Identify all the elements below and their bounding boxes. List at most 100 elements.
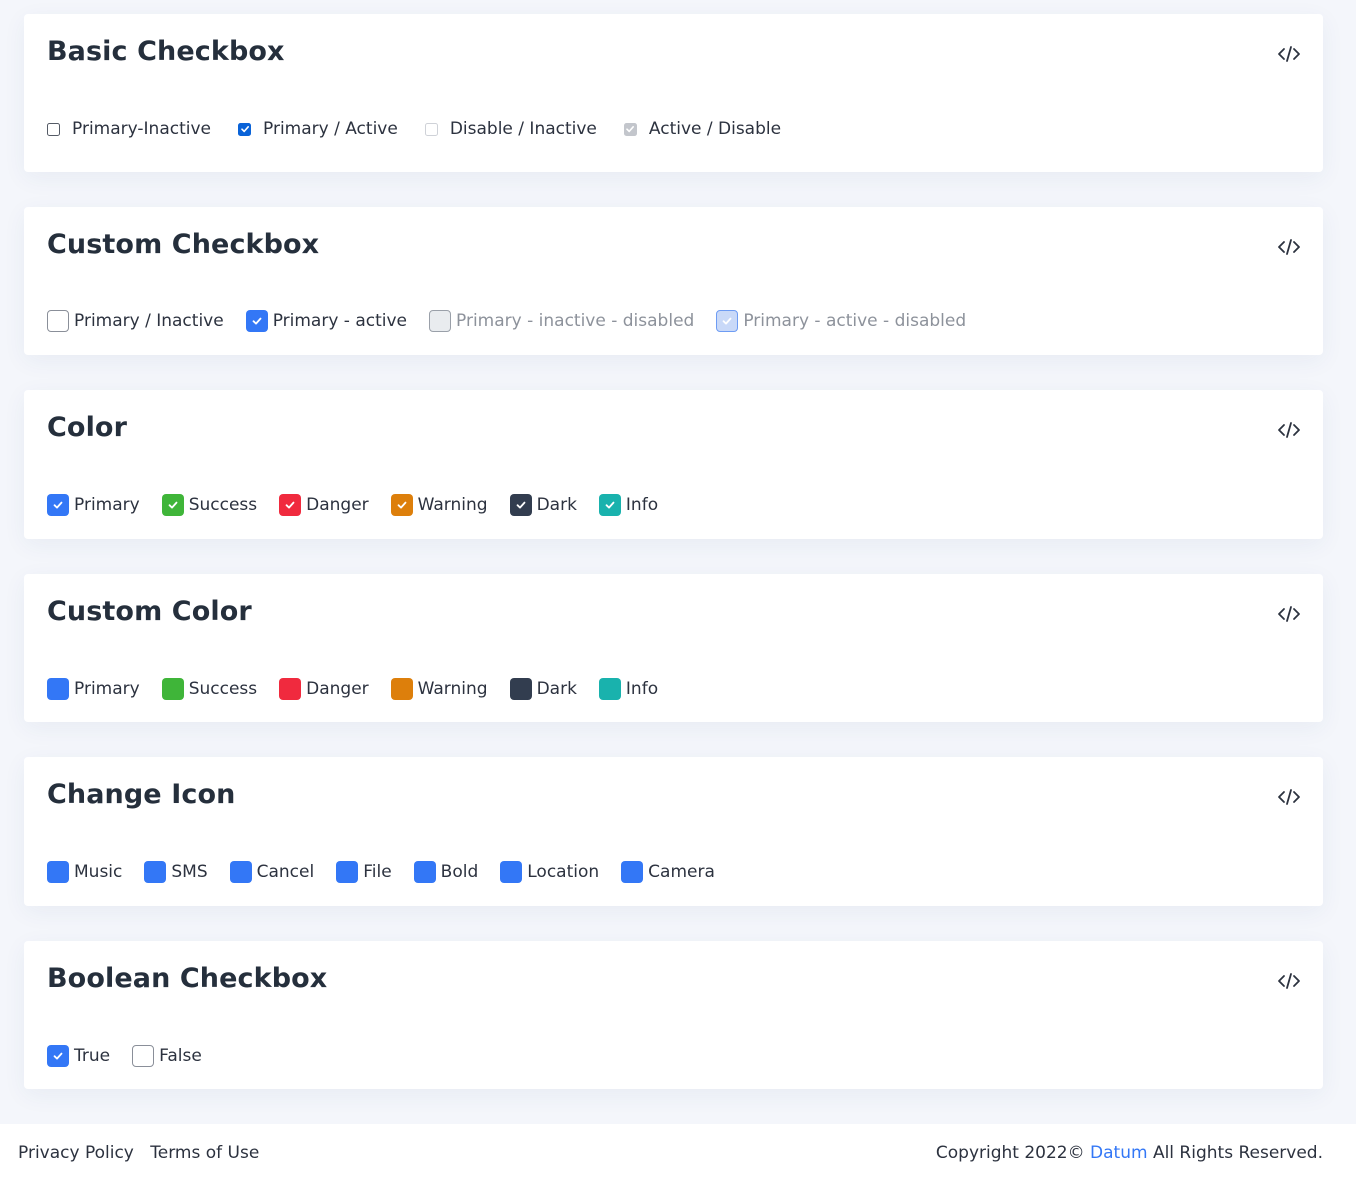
checkbox-warning[interactable]: Warning — [390, 494, 488, 516]
checkbox-box[interactable] — [47, 494, 69, 516]
checkbox-label: Primary - active - disabled — [743, 311, 967, 331]
checkbox-primary-inactive[interactable]: Primary / Inactive — [47, 310, 224, 332]
checkbox-label: Music — [74, 862, 123, 882]
checkbox-primary-active-disabled: Primary - active - disabled — [716, 310, 966, 332]
checkbox-box[interactable] — [279, 494, 302, 516]
checkbox-box[interactable] — [509, 678, 532, 700]
check-icon — [626, 126, 635, 133]
check-icon — [605, 501, 615, 509]
check-icon — [722, 317, 732, 325]
checkbox-dark[interactable]: Dark — [509, 494, 577, 516]
checkbox-active-disable: Active / Disable — [623, 119, 782, 139]
code-icon[interactable] — [1277, 971, 1301, 991]
section-title: Color — [47, 412, 127, 443]
checkbox-label: False — [159, 1046, 202, 1066]
checkbox-label: Camera — [648, 862, 715, 882]
checkbox-primary[interactable]: Primary — [47, 678, 140, 700]
checkbox-box[interactable] — [132, 1045, 155, 1067]
checkbox-primary-active[interactable]: Primary - active — [245, 310, 408, 332]
terms-of-use-link[interactable]: Terms of Use — [150, 1143, 259, 1163]
checkbox-warning[interactable]: Warning — [390, 678, 488, 700]
checkbox-success[interactable]: Success — [161, 678, 257, 700]
checkbox-box[interactable] — [47, 861, 69, 883]
privacy-policy-link[interactable]: Privacy Policy — [18, 1143, 134, 1163]
checkbox-box[interactable] — [161, 678, 184, 700]
checkbox-box[interactable] — [621, 861, 644, 883]
section-title: Change Icon — [47, 779, 236, 810]
checkbox-box — [424, 122, 438, 136]
footer: Privacy Policy Terms of Use Copyright 20… — [0, 1124, 1356, 1181]
checkbox-label: Warning — [417, 495, 488, 515]
section-title: Boolean Checkbox — [47, 963, 328, 994]
checkbox-cancel[interactable]: Cancel — [229, 861, 315, 883]
checkbox-danger[interactable]: Danger — [279, 494, 369, 516]
checkbox-box[interactable] — [279, 678, 302, 700]
checkbox-box[interactable] — [47, 678, 69, 700]
checkbox-label: Bold — [440, 862, 479, 882]
section-title: Custom Checkbox — [47, 229, 320, 260]
checkbox-label: Primary - active — [272, 311, 408, 331]
page: Basic Checkbox Primary-Inactive Primary … — [0, 0, 1356, 1181]
code-icon[interactable] — [1277, 420, 1301, 440]
code-icon[interactable] — [1277, 44, 1301, 64]
check-icon — [168, 501, 178, 509]
checkbox-box[interactable] — [413, 861, 436, 883]
checkbox-label: Primary — [74, 679, 140, 699]
section-title: Custom Color — [47, 596, 252, 627]
checkbox-camera[interactable]: Camera — [621, 861, 715, 883]
brand-link[interactable]: Datum — [1090, 1143, 1148, 1163]
checkbox-primary[interactable]: Primary — [47, 494, 140, 516]
checkbox-label: Active / Disable — [648, 119, 782, 139]
checkbox-box[interactable] — [390, 678, 413, 700]
copyright: Copyright 2022© Datum All Rights Reserve… — [936, 1143, 1323, 1163]
custom-color-card: Custom Color Primary Success Danger Warn… — [24, 574, 1323, 722]
checkbox-box[interactable] — [161, 494, 184, 516]
checkbox-success[interactable]: Success — [161, 494, 258, 516]
checkbox-box[interactable] — [390, 494, 413, 516]
checkbox-label: Success — [188, 495, 258, 515]
checkbox-location[interactable]: Location — [500, 861, 599, 883]
checkbox-primary-inactive[interactable]: Primary-Inactive — [47, 119, 211, 139]
checkbox-label: Dark — [536, 495, 577, 515]
checkbox-box[interactable] — [144, 861, 167, 883]
checkbox-box[interactable] — [238, 122, 251, 136]
basic-checkbox-row: Primary-Inactive Primary / Active Disabl… — [47, 119, 781, 139]
checkbox-label: Warning — [417, 679, 488, 699]
code-icon[interactable] — [1277, 237, 1301, 257]
checkbox-label: Danger — [306, 679, 369, 699]
checkbox-box[interactable] — [47, 310, 69, 332]
checkbox-file[interactable]: File — [336, 861, 392, 883]
checkbox-box[interactable] — [229, 861, 252, 883]
checkbox-box[interactable] — [500, 861, 523, 883]
code-icon[interactable] — [1277, 604, 1301, 624]
checkbox-box[interactable] — [598, 678, 621, 700]
check-icon — [252, 317, 262, 325]
checkbox-box[interactable] — [245, 310, 268, 332]
change-icon-row: Music SMS Cancel File Bold Location Came… — [47, 861, 715, 883]
checkbox-label: Dark — [536, 679, 577, 699]
checkbox-bold[interactable]: Bold — [413, 861, 479, 883]
checkbox-danger[interactable]: Danger — [279, 678, 369, 700]
checkbox-sms[interactable]: SMS — [144, 861, 208, 883]
checkbox-true[interactable]: True — [47, 1045, 110, 1067]
copyright-prefix: Copyright 2022© — [935, 1143, 1085, 1163]
checkbox-box[interactable] — [336, 861, 359, 883]
checkbox-false[interactable]: False — [132, 1045, 202, 1067]
checkbox-info[interactable]: Info — [598, 494, 658, 516]
checkbox-dark[interactable]: Dark — [509, 678, 577, 700]
checkbox-info[interactable]: Info — [598, 678, 658, 700]
checkbox-box[interactable] — [47, 1045, 69, 1067]
checkbox-box[interactable] — [509, 494, 532, 516]
checkbox-label: Cancel — [256, 862, 315, 882]
checkbox-primary-active[interactable]: Primary / Active — [238, 119, 398, 139]
color-checkbox-row: Primary Success Danger Warning Dark Info — [47, 494, 658, 516]
basic-checkbox-card: Basic Checkbox Primary-Inactive Primary … — [24, 14, 1323, 172]
section-title: Basic Checkbox — [47, 36, 285, 67]
checkbox-box[interactable] — [598, 494, 621, 516]
checkbox-label: Primary — [74, 495, 140, 515]
code-icon[interactable] — [1277, 787, 1301, 807]
checkbox-music[interactable]: Music — [47, 861, 122, 883]
checkbox-label: Disable / Inactive — [449, 119, 597, 139]
checkbox-label: Primary-Inactive — [72, 119, 211, 139]
checkbox-box[interactable] — [47, 122, 60, 136]
